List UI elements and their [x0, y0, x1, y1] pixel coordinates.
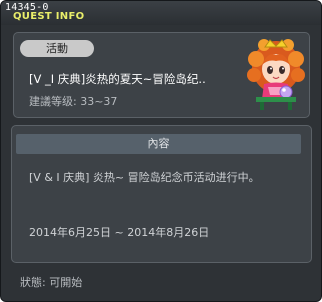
quest-summary-panel: 活動 [V _I 庆典]炎热的夏天~冒险岛纪.. 建議等级: 33~37 [13, 32, 310, 118]
npc-girl-avatar-icon [247, 39, 305, 110]
category-badge: 活動 [20, 40, 94, 57]
content-date-range: 2014年6月25日 ~ 2014年8月26日 [29, 226, 210, 239]
quest-content-panel: 內容 [V & I 庆典] 炎热~ 冒险岛纪念币活动进行中。 2014年6月25… [11, 125, 312, 263]
window-title: QUEST INFO [13, 11, 85, 22]
quest-status: 狀態: 可開始 [20, 276, 83, 289]
event-name: [V _I 庆典]炎热的夏天~冒险岛纪.. [29, 72, 206, 86]
level-requirement: 建議等级: 33~37 [29, 95, 118, 108]
content-description: [V & I 庆典] 炎热~ 冒险岛纪念币活动进行中。 [29, 171, 260, 184]
quest-info-window: 14345-0 QUEST INFO 活動 [V _I 庆典]炎热的夏天~冒险岛… [0, 0, 322, 302]
title-bar[interactable]: 14345-0 QUEST INFO [1, 1, 321, 25]
content-header: 內容 [16, 134, 301, 154]
